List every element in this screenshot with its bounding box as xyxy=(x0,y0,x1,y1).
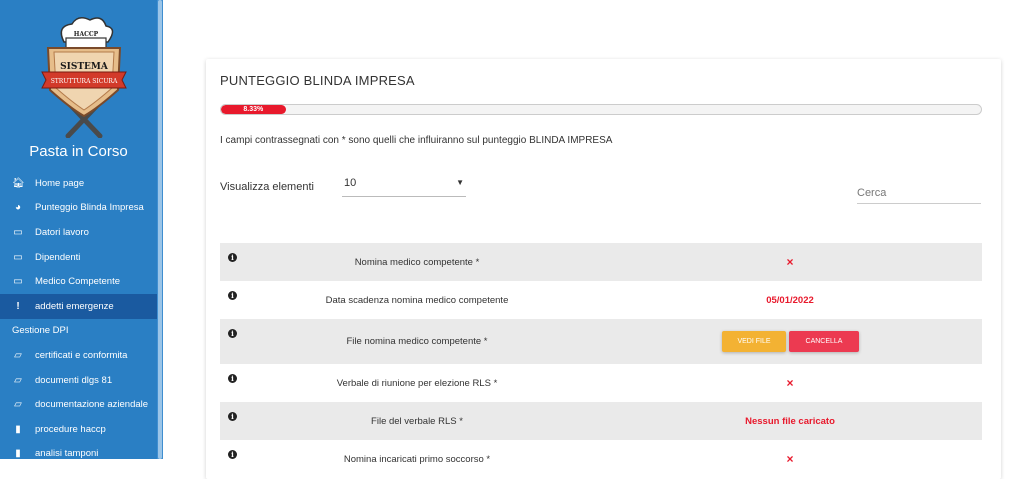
id-card-icon: ▭ xyxy=(13,251,23,263)
missing-cross-icon: × xyxy=(786,452,794,466)
sidebar-item-addetti-emergenze[interactable]: ! addetti emergenze xyxy=(0,293,157,319)
table-row: i Nomina incaricati primo soccorso * × xyxy=(220,440,982,478)
home-icon: 🏠︎ xyxy=(12,177,25,189)
row-label: Verbale di riunione per elezione RLS * xyxy=(336,377,498,389)
view-file-button[interactable]: VEDI FILE xyxy=(722,331,786,352)
svg-text:HACCP: HACCP xyxy=(74,31,99,38)
clipboard-icon: ▮ xyxy=(15,423,21,435)
brand-title: Pasta in Corso xyxy=(29,143,128,160)
main-content: PUNTEGGIO BLINDA IMPRESA 8.33% I campi c… xyxy=(163,0,1024,479)
row-label: Data scadenza nomina medico competente xyxy=(325,294,509,306)
sidebar-item-home[interactable]: 🏠︎ Home page xyxy=(0,171,157,196)
sidebar-item-punteggio[interactable]: ◕ Punteggio Blinda Impresa xyxy=(0,196,157,221)
sidebar-item-label: Home page xyxy=(35,177,85,189)
sidebar-item-dipendenti[interactable]: ▭ Dipendenti xyxy=(0,245,157,270)
haccp-logo: HACCP SISTEMA STRUTTURA SICURA xyxy=(38,12,130,139)
scrollbar-thumb[interactable] xyxy=(158,0,162,459)
row-label: Nomina medico competente * xyxy=(354,256,480,268)
id-card-icon: ▭ xyxy=(13,226,23,238)
sidebar-item-label: addetti emergenze xyxy=(35,300,114,312)
sidebar-item-label: Datori lavoro xyxy=(35,226,89,238)
table-row: i File nomina medico competente * VEDI F… xyxy=(220,319,982,364)
score-card: PUNTEGGIO BLINDA IMPRESA 8.33% I campi c… xyxy=(206,59,1001,479)
sidebar-item-gestione-dpi[interactable]: Gestione DPI xyxy=(0,319,157,344)
sidebar-item-label: Punteggio Blinda Impresa xyxy=(35,202,144,214)
page-size-value: 10 xyxy=(344,177,357,189)
caret-down-icon: ▼ xyxy=(456,178,464,187)
data-table: i Nomina medico competente * × i Data sc… xyxy=(220,243,982,478)
sidebar-item-label: Medico Competente xyxy=(35,276,121,288)
missing-cross-icon: × xyxy=(786,376,794,390)
page-size-label: Visualizza elementi xyxy=(220,181,314,193)
score-progress-bar: 8.33% xyxy=(220,104,982,115)
table-row: i Nomina medico competente * × xyxy=(220,243,982,281)
exclamation-icon: ! xyxy=(16,300,20,312)
row-label: File del verbale RLS * xyxy=(371,415,463,427)
sidebar-item-label: procedure haccp xyxy=(35,423,106,435)
sidebar-item-documenti-dlgs[interactable]: ▱ documenti dlgs 81 xyxy=(0,368,157,393)
row-actions: VEDI FILE CANCELLA xyxy=(722,331,859,352)
search-input[interactable] xyxy=(857,182,981,204)
sidebar-item-certificati[interactable]: ▱ certificati e conformita xyxy=(0,343,157,368)
sidebar-item-label: documenti dlgs 81 xyxy=(35,374,113,386)
row-value: Nessun file caricato xyxy=(745,415,835,427)
sidebar-item-documentazione[interactable]: ▱ documentazione aziendale xyxy=(0,392,157,417)
sidebar-item-analisi[interactable]: ▮ analisi tamponi xyxy=(0,442,157,467)
sidebar-item-label: certificati e conformita xyxy=(35,349,128,361)
row-label: Nomina incaricati primo soccorso * xyxy=(343,453,491,465)
folder-open-icon: ▱ xyxy=(14,374,22,386)
table-row: i Data scadenza nomina medico competente… xyxy=(220,281,982,319)
table-row: i Verbale di riunione per elezione RLS *… xyxy=(220,364,982,402)
row-label: File nomina medico competente * xyxy=(346,336,488,347)
required-fields-note: I campi contrassegnati con * sono quelli… xyxy=(220,135,613,146)
sidebar-item-datori[interactable]: ▭ Datori lavoro xyxy=(0,220,157,245)
sidebar-item-label: Dipendenti xyxy=(35,251,81,263)
svg-text:STRUTTURA SICURA: STRUTTURA SICURA xyxy=(51,78,118,85)
table-row: i File del verbale RLS * Nessun file car… xyxy=(220,402,982,440)
folder-open-icon: ▱ xyxy=(14,349,22,361)
svg-text:SISTEMA: SISTEMA xyxy=(60,62,109,72)
sidebar-menu: 🏠︎ Home page ◕ Punteggio Blinda Impresa ▭ D… xyxy=(0,171,157,466)
sidebar-item-label: analisi tamponi xyxy=(35,448,99,460)
page-title: PUNTEGGIO BLINDA IMPRESA xyxy=(220,73,415,88)
sidebar-item-procedure[interactable]: ▮ procedure haccp xyxy=(0,417,157,442)
sidebar-item-label: documentazione aziendale xyxy=(35,399,149,411)
folder-open-icon: ▱ xyxy=(14,399,22,411)
sidebar: HACCP SISTEMA STRUTTURA SICURA Pasta in … xyxy=(0,0,163,459)
clipboard-icon: ▮ xyxy=(15,448,21,460)
pie-chart-icon: ◕ xyxy=(14,202,22,214)
id-card-icon: ▭ xyxy=(13,276,23,288)
missing-cross-icon: × xyxy=(786,255,794,269)
delete-file-button[interactable]: CANCELLA xyxy=(789,331,859,352)
progress-fill: 8.33% xyxy=(221,105,286,114)
row-value: 05/01/2022 xyxy=(766,294,814,306)
sidebar-item-label: Gestione DPI xyxy=(12,325,69,337)
sidebar-item-medico[interactable]: ▭ Medico Competente xyxy=(0,269,157,294)
page-size-select[interactable]: 10 ▼ xyxy=(342,177,466,197)
